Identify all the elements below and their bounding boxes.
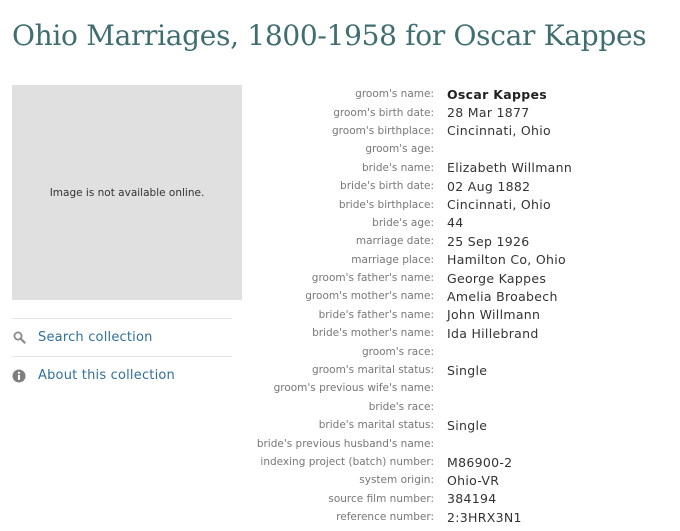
record-row: marriage date: 25 Sep 1926 [246,232,572,250]
search-collection-label: Search collection [38,330,153,345]
field-label: bride's name: [361,161,434,174]
record-row: bride's marital status: Single [246,416,572,434]
field-value: John Willmann [447,307,541,323]
field-label: system origin: [359,474,434,487]
field-value: Single [447,417,488,433]
field-label: bride's marital status: [318,419,434,432]
field-label: groom's marital status: [311,364,434,377]
field-label: bride's previous husband's name: [256,437,434,450]
record-row: groom's marital status: Single [246,361,572,379]
search-icon [12,331,26,345]
field-value [447,140,572,158]
record-row: groom's birthplace: Cincinnati, Ohio [246,122,572,140]
field-value: Amelia Broabech [447,288,558,304]
search-collection-link[interactable]: Search collection [12,318,232,356]
record-row: groom's father's name: George Kappes [246,269,572,287]
field-label: groom's birthplace: [332,124,434,137]
page-title: Ohio Marriages, 1800-1958 for Oscar Kapp… [12,19,647,52]
field-value: 28 Mar 1877 [447,105,530,121]
record-row: bride's name: Elizabeth Willmann [246,159,572,177]
record-row: bride's mother's name: Ida Hillebrand [246,324,572,342]
field-label: bride's birth date: [340,180,434,193]
field-label: groom's previous wife's name: [273,382,434,395]
record-row: indexing project (batch) number: M86900-2 [246,453,572,471]
record-row: bride's age: 44 [246,214,572,232]
field-value: Single [447,362,488,378]
record-row: bride's father's name: John Willmann [246,306,572,324]
info-icon [12,369,26,383]
field-label: indexing project (batch) number: [260,456,434,468]
field-label: groom's name: [355,88,434,101]
field-label: bride's age: [372,216,434,229]
record-row: reference number: 2:3HRX3N1 [246,508,572,526]
field-value: Hamilton Co, Ohio [447,252,566,268]
field-value: Cincinnati, Ohio [447,123,551,139]
record-row: bride's previous husband's name: [246,434,572,452]
record-row: groom's mother's name: Amelia Broabech [246,287,572,305]
sidebar-links: Search collection About this collection [12,318,232,394]
field-label: reference number: [336,511,434,524]
field-value: 384194 [447,491,497,507]
about-collection-label: About this collection [38,368,175,383]
record-row: groom's previous wife's name: [246,379,572,397]
field-value: Elizabeth Willmann [447,160,573,176]
record-row: groom's race: [246,342,572,360]
field-value: M86900-2 [447,454,513,470]
record-row: bride's birth date: 02 Aug 1882 [246,177,572,195]
image-unavailable-text: Image is not available online. [49,186,205,199]
field-label: groom's father's name: [311,272,434,285]
record-row: groom's birth date: 28 Mar 1877 [246,103,572,121]
record-row: groom's name: Oscar Kappes [246,85,572,103]
field-label: marriage place: [351,253,434,266]
field-value: Cincinnati, Ohio [447,197,551,213]
field-label: bride's race: [368,400,434,413]
field-value: Ida Hillebrand [447,325,539,341]
field-value [447,398,572,416]
field-value [447,379,572,397]
field-value: George Kappes [447,270,547,286]
record-row: marriage place: Hamilton Co, Ohio [246,251,572,269]
field-value: 25 Sep 1926 [447,233,530,249]
record-image-placeholder: Image is not available online. [12,85,242,300]
field-label: marriage date: [355,235,434,248]
field-label: groom's age: [365,143,434,156]
record-details-table: groom's name: Oscar Kappes groom's birth d… [246,85,572,526]
field-label: source film number: [328,492,434,505]
field-label: bride's birthplace: [338,198,434,211]
field-value: 02 Aug 1882 [447,178,531,194]
field-value [447,342,572,360]
field-value [447,434,572,452]
field-value: 2:3HRX3N1 [447,509,522,525]
record-row: system origin: Ohio-VR [246,471,572,489]
field-label: groom's birth date: [333,106,434,119]
field-label: groom's race: [361,345,434,358]
record-row: source film number: 384194 [246,490,572,508]
field-label: bride's father's name: [318,308,434,321]
record-row: groom's age: [246,140,572,158]
record-row: bride's birthplace: Cincinnati, Ohio [246,195,572,213]
field-label: bride's mother's name: [312,327,434,340]
field-value: 44 [447,215,464,231]
field-label: groom's mother's name: [305,290,434,303]
about-collection-link[interactable]: About this collection [12,356,232,394]
field-value: Oscar Kappes [447,86,547,102]
record-row: bride's race: [246,398,572,416]
field-value: Ohio-VR [447,472,500,488]
